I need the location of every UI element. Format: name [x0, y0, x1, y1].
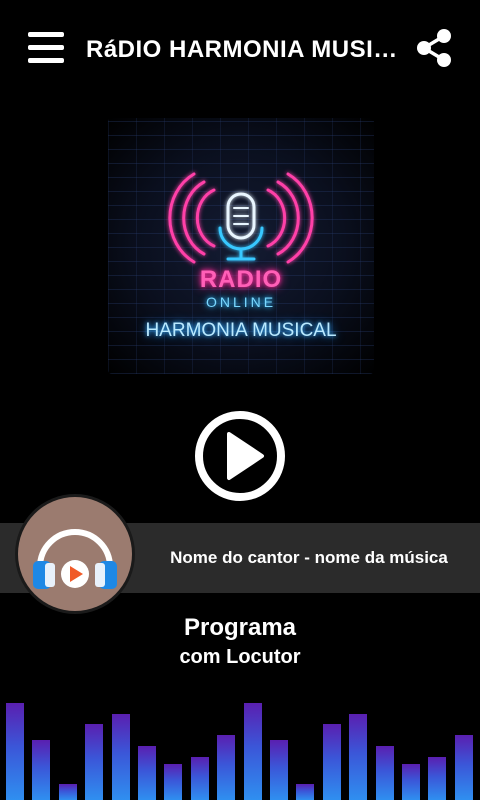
album-art [18, 497, 132, 611]
equalizer-bar [32, 740, 51, 800]
equalizer-bar [85, 724, 104, 800]
equalizer-bar [217, 735, 236, 800]
equalizer-bar [296, 784, 315, 800]
app-title: RáDIO HARMONIA MUSICAL [86, 36, 398, 63]
logo-radio-text: RADIO [199, 266, 283, 293]
equalizer-bar [138, 746, 156, 800]
equalizer-bar [243, 703, 262, 800]
play-icon [227, 432, 264, 480]
play-button[interactable] [194, 410, 286, 502]
equalizer-bar [6, 703, 24, 800]
equalizer-bar [454, 735, 473, 800]
equalizer-bar [58, 784, 77, 800]
program-title: Programa [183, 614, 297, 641]
equalizer-bar [349, 714, 368, 800]
program-host: com Locutor [179, 646, 301, 668]
logo-online-text: ONLINE [205, 294, 277, 310]
equalizer-bar [270, 740, 288, 800]
station-logo: RADIO ONLINE HARMONIA MUSICAL [108, 118, 374, 374]
audio-equalizer [0, 680, 480, 800]
headphones-play-icon [33, 529, 117, 589]
app-toolbar: RáDIO HARMONIA MUSICAL [0, 0, 480, 96]
equalizer-bar [190, 757, 209, 800]
equalizer-bar [402, 764, 420, 800]
equalizer-bar [428, 757, 447, 800]
equalizer-bar [375, 746, 394, 800]
equalizer-bar [111, 714, 130, 800]
equalizer-bar [164, 764, 183, 800]
logo-station-name: HARMONIA MUSICAL [145, 320, 337, 341]
now-playing-text: Nome do cantor - nome da música [170, 548, 448, 567]
share-icon[interactable] [414, 28, 454, 68]
equalizer-bar [322, 724, 341, 800]
hamburger-menu-icon[interactable] [28, 32, 64, 64]
